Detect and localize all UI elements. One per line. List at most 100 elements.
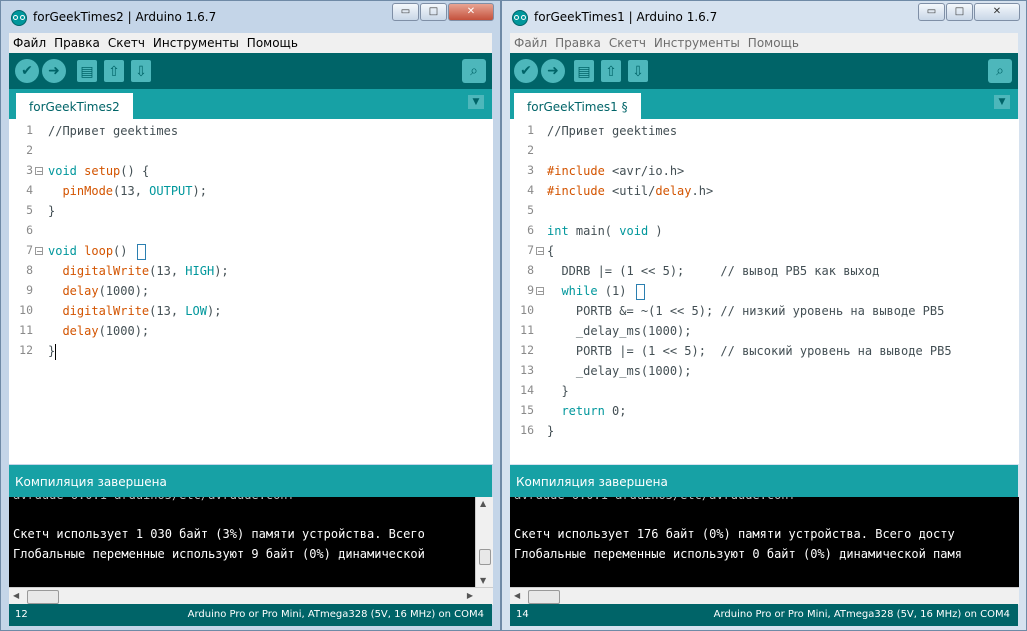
fold-toggle-icon[interactable]: − — [536, 287, 544, 296]
scroll-left-icon[interactable]: ◀ — [514, 591, 520, 600]
arduino-window-right[interactable]: forGeekTimes1 | Arduino 1.6.7 ▭ □ ✕ Файл… — [501, 0, 1027, 631]
scroll-down-icon[interactable]: ▼ — [480, 576, 486, 585]
code-token: (1) — [597, 284, 634, 298]
console-line: Глобальные переменные используют 0 байт … — [514, 547, 962, 561]
fold-toggle-icon[interactable]: − — [536, 247, 544, 256]
console-line: Скетч использует 176 байт (0%) памяти ус… — [514, 527, 955, 541]
title-bar[interactable]: forGeekTimes1 | Arduino 1.6.7 ▭ □ ✕ — [502, 1, 1026, 33]
open-button[interactable]: ⇧ — [601, 60, 621, 82]
scroll-thumb[interactable] — [27, 590, 59, 604]
line-number: 14 — [520, 383, 534, 397]
code-line: int main( void ) — [547, 221, 952, 241]
menu-sketch[interactable]: Скетч — [605, 36, 650, 50]
verify-button[interactable]: ✔ — [15, 59, 39, 83]
code-editor[interactable]: 1 2 3−4 5 6 7−8 9 10 11 12 //Привет geektimes void… — [9, 119, 493, 464]
upload-button[interactable]: ➜ — [42, 59, 66, 83]
tab-menu-button[interactable]: ▼ — [994, 95, 1010, 109]
code-token: (1000); — [98, 284, 150, 298]
new-button[interactable]: ▤ — [77, 60, 97, 82]
code-token: (13, — [113, 184, 150, 198]
scroll-left-icon[interactable]: ◀ — [13, 591, 19, 600]
scroll-up-icon[interactable]: ▲ — [480, 499, 486, 508]
code-token: { — [547, 244, 555, 258]
editor-scrollbar[interactable] — [476, 119, 493, 464]
code-token: digitalWrite — [62, 304, 150, 318]
minimize-button[interactable]: ▭ — [392, 3, 419, 21]
menu-edit[interactable]: Правка — [551, 36, 605, 50]
code-line: while (1) — [547, 281, 952, 301]
menu-tools[interactable]: Инструменты — [650, 36, 744, 50]
code-token: delay — [62, 324, 99, 338]
line-number: 10 — [19, 303, 33, 317]
menu-tools[interactable]: Инструменты — [149, 36, 243, 50]
code-token: #include — [547, 184, 605, 198]
console-line: Скетч использует 1 030 байт (3%) памяти … — [13, 527, 425, 541]
line-number: 1 — [527, 123, 534, 137]
menu-file[interactable]: Файл — [510, 36, 551, 50]
open-button[interactable]: ⇧ — [104, 60, 124, 82]
tab-sketch[interactable]: forGeekTimes1 § — [514, 93, 641, 119]
menu-help[interactable]: Помощь — [243, 36, 302, 50]
code-token: ); — [214, 264, 229, 278]
code-line: return 0; — [547, 401, 952, 421]
code-line: } — [48, 341, 229, 361]
toolbar: ✔ ➜ ▤ ⇧ ⇩ ⌕ — [510, 53, 1018, 89]
minimize-button[interactable]: ▭ — [918, 3, 945, 21]
menu-sketch[interactable]: Скетч — [104, 36, 149, 50]
menu-file[interactable]: Файл — [9, 36, 50, 50]
maximize-button[interactable]: □ — [420, 3, 447, 21]
code-token: } — [547, 424, 555, 438]
menu-bar: Файл Правка Скетч Инструменты Помощь — [510, 33, 1018, 53]
scroll-right-icon[interactable]: ▶ — [467, 591, 473, 600]
code-token: } — [48, 204, 56, 218]
code-line: { — [547, 241, 952, 261]
code-line: delay(1000); — [48, 281, 229, 301]
code-line: #include <avr/io.h> — [547, 161, 952, 181]
tab-sketch[interactable]: forGeekTimes2 — [16, 93, 133, 119]
serial-monitor-button[interactable]: ⌕ — [462, 59, 486, 83]
close-button[interactable]: ✕ — [974, 3, 1020, 21]
title-bar[interactable]: forGeekTimes2 | Arduino 1.6.7 ▭ □ ✕ — [1, 1, 500, 33]
menu-help[interactable]: Помощь — [744, 36, 803, 50]
code-token: LOW — [185, 304, 207, 318]
console-output: avrdude-6.0.1-arduino5/etc/avrdude.conf … — [510, 497, 1019, 587]
line-number: 11 — [19, 323, 33, 337]
line-number: 9 — [527, 283, 534, 297]
fold-toggle-icon[interactable]: − — [35, 167, 43, 176]
line-number: 3 — [26, 163, 33, 177]
code-text[interactable]: //Привет geektimes #include <avr/io.h> #in… — [547, 121, 952, 441]
new-button[interactable]: ▤ — [574, 60, 594, 82]
console-vertical-scrollbar[interactable]: ▲ ▼ — [475, 497, 493, 587]
code-text[interactable]: //Привет geektimes void setup() { pinMode… — [48, 121, 229, 361]
close-button[interactable]: ✕ — [448, 3, 494, 21]
bracket-match-highlight — [635, 283, 645, 300]
arduino-window-left[interactable]: forGeekTimes2 | Arduino 1.6.7 ▭ □ ✕ Файл… — [0, 0, 501, 631]
code-editor[interactable]: 1 2 3 4 5 6 7−8 9−10 11 12 13 14 15 16 //Привет geekt… — [510, 119, 1019, 464]
code-token: OUTPUT — [149, 184, 193, 198]
save-button[interactable]: ⇩ — [628, 60, 648, 82]
line-number: 7 — [527, 243, 534, 257]
fold-toggle-icon[interactable]: − — [35, 247, 43, 256]
upload-button[interactable]: ➜ — [541, 59, 565, 83]
serial-monitor-button[interactable]: ⌕ — [988, 59, 1012, 83]
code-token: 0; — [604, 404, 627, 418]
maximize-button[interactable]: □ — [946, 3, 973, 21]
console-horizontal-scrollbar[interactable]: ◀ — [510, 587, 1019, 605]
scroll-thumb[interactable] — [528, 590, 560, 604]
code-token: } — [48, 344, 56, 358]
tab-menu-button[interactable]: ▼ — [468, 95, 484, 109]
menu-edit[interactable]: Правка — [50, 36, 104, 50]
toolbar: ✔ ➜ ▤ ⇧ ⇩ ⌕ — [9, 53, 492, 89]
code-token: void — [619, 224, 649, 238]
verify-button[interactable]: ✔ — [514, 59, 538, 83]
code-token: while — [561, 284, 598, 298]
console-horizontal-scrollbar[interactable]: ◀ ▶ — [9, 587, 493, 605]
save-button[interactable]: ⇩ — [131, 60, 151, 82]
status-bar: Компиляция завершена — [510, 465, 1018, 497]
scroll-thumb[interactable] — [479, 549, 491, 565]
